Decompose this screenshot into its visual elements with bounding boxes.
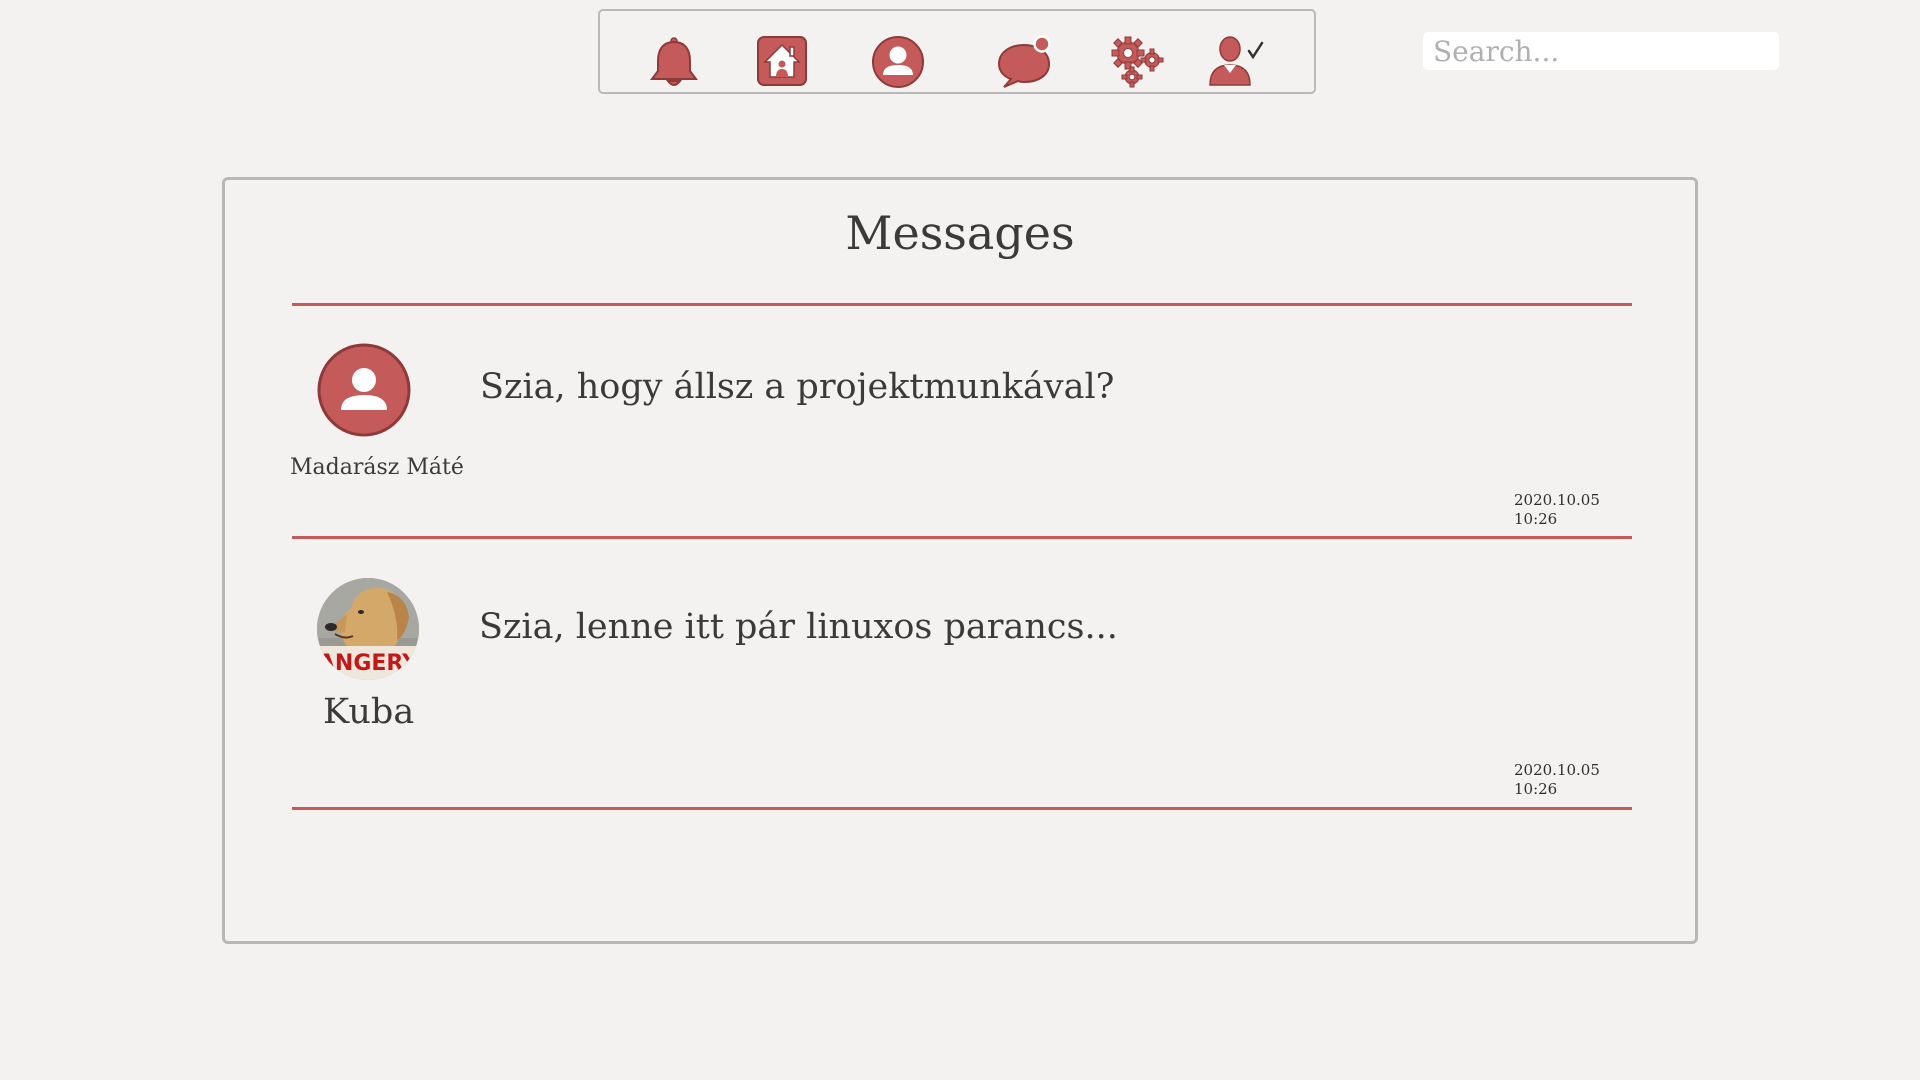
top-toolbar [598, 9, 1316, 94]
bell-icon[interactable] [646, 35, 702, 89]
message-timestamp: 2020.10.05 10:26 [1514, 491, 1600, 528]
home-icon[interactable] [754, 35, 810, 89]
user-check-icon[interactable] [1208, 35, 1264, 89]
dog-photo-avatar[interactable]: ANGERY [317, 578, 419, 680]
chat-notification-icon[interactable] [996, 35, 1052, 89]
default-user-avatar[interactable] [317, 343, 411, 437]
message-text[interactable]: Szia, hogy állsz a projektmunkával? [480, 367, 1114, 407]
message-divider [292, 807, 1632, 810]
panel-title: Messages [845, 206, 1075, 260]
settings-gears-icon[interactable] [1110, 35, 1166, 89]
search-input[interactable] [1423, 32, 1779, 70]
message-text[interactable]: Szia, lenne itt pár linuxos parancs... [479, 607, 1118, 647]
message-timestamp: 2020.10.05 10:26 [1514, 761, 1600, 798]
title-divider [292, 303, 1632, 306]
message-divider [292, 536, 1632, 539]
sender-name[interactable]: Kuba [323, 692, 414, 732]
sender-name[interactable]: Madarász Máté [290, 455, 464, 480]
avatar-caption-text: ANGERY [318, 651, 419, 676]
messages-panel: Messages Madarász Máté Szia, hogy állsz … [222, 177, 1698, 944]
profile-icon[interactable] [870, 35, 926, 89]
